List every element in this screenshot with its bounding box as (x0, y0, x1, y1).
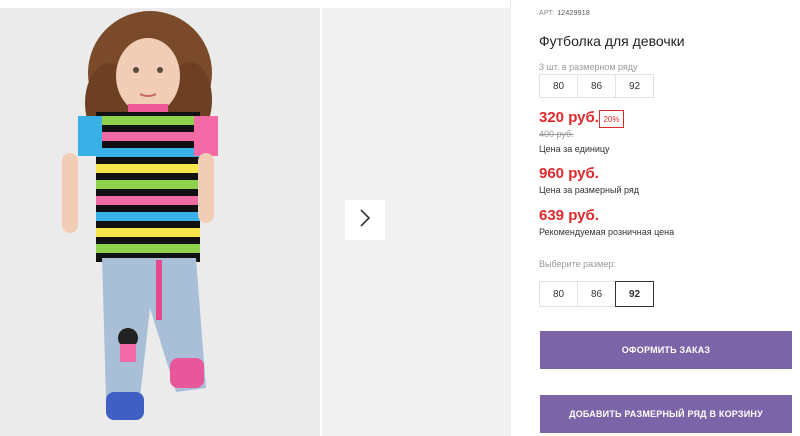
gallery-next-button[interactable] (345, 200, 385, 240)
range-size-80: 80 (539, 74, 578, 98)
article-value: 12429918 (557, 10, 590, 17)
panel-divider (510, 0, 511, 436)
product-photo-illustration (0, 8, 320, 436)
size-range-label: 3 шт. в размерном ряду (539, 62, 638, 72)
size-option-92[interactable]: 92 (615, 281, 654, 307)
recommended-price: 639 руб. (539, 207, 599, 224)
article-prefix: АРТ: (539, 10, 556, 17)
recommended-price-caption: Рекомендуемая розничная цена (539, 227, 675, 237)
range-price: 960 руб. (539, 165, 599, 182)
discount-badge: 20% (599, 110, 624, 128)
checkout-button[interactable]: ОФОРМИТЬ ЗАКАЗ (540, 331, 792, 369)
range-size-86: 86 (577, 74, 616, 98)
product-info-panel: АРТ: 12429918 Футболка для девочки 3 шт.… (539, 0, 800, 436)
size-option-86[interactable]: 86 (577, 281, 616, 307)
chevron-right-icon (359, 208, 371, 232)
size-range-list: 80 86 92 (539, 74, 654, 98)
unit-price-caption: Цена за единицу (539, 144, 610, 154)
range-price-caption: Цена за размерный ряд (539, 185, 640, 195)
add-to-cart-button[interactable]: ДОБАВИТЬ РАЗМЕРНЫЙ РЯД В КОРЗИНУ (540, 395, 792, 433)
size-selector: 80 86 92 (539, 281, 654, 307)
unit-price: 320 руб. (539, 109, 599, 126)
product-gallery (0, 0, 510, 436)
article-number: АРТ: 12429918 (539, 10, 590, 17)
range-size-92: 92 (615, 74, 654, 98)
shirt-stripes (96, 112, 200, 262)
old-price: 400 руб. (539, 129, 574, 139)
size-option-80[interactable]: 80 (539, 281, 578, 307)
product-photo-main[interactable] (0, 8, 320, 436)
product-title: Футболка для девочки (539, 33, 685, 49)
choose-size-label: Выберите размер: (539, 259, 616, 269)
